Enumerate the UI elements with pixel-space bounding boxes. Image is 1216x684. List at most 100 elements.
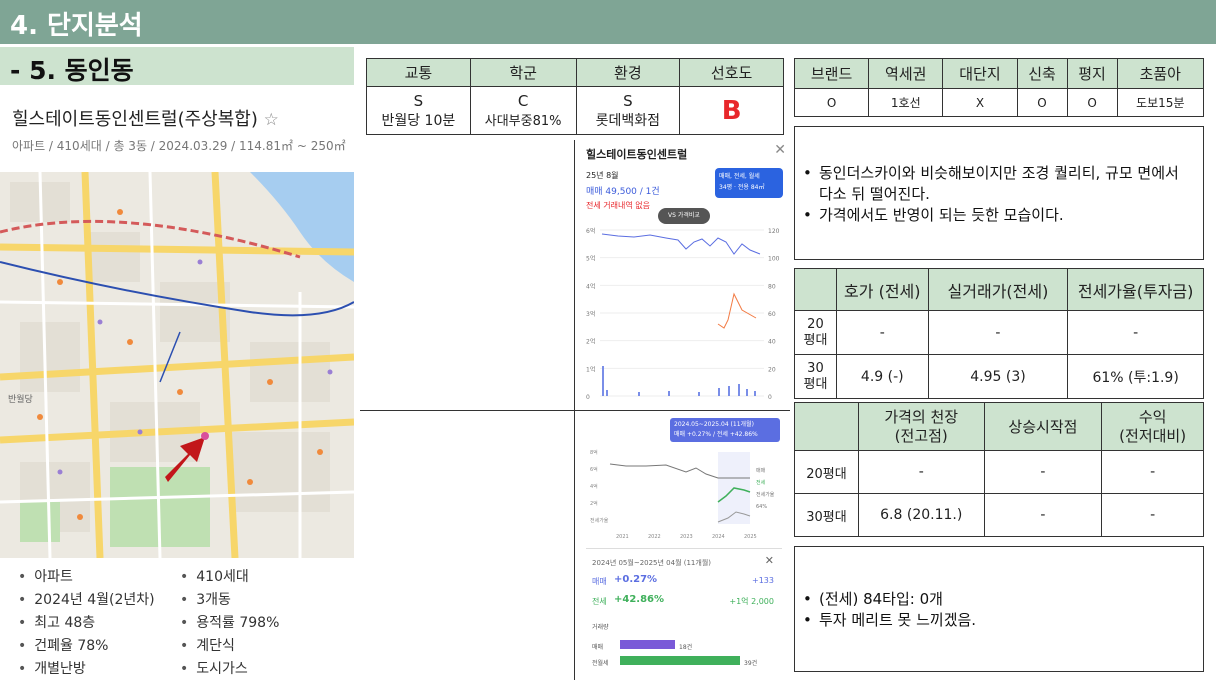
y2-tick-label: 20 [768,366,776,373]
price-cell: - [927,310,1069,355]
price-chart-card: 힐스테이트동인센트럴 ✕ 25년 8월 매매 49,500 / 1건 전세 거래… [578,140,790,408]
card-divider [586,548,782,549]
divider-horizontal [360,410,790,411]
fact-item: 3개동 [180,589,231,609]
summary-sale-label: 매매 [592,577,607,586]
y2-tick-label: 100 [768,256,780,263]
y-tick-label: 6억 [590,466,598,473]
y2-tick-label: 80 [768,283,776,290]
grade-value: C [517,92,529,110]
summary-jeonse-label: 전세 [592,597,607,606]
feature-header: 평지 [1066,58,1118,89]
volume-bar [602,366,604,396]
fact-item: 건폐율 78% [18,635,108,655]
grade-table: 교통 학군 환경 선호도 S 반월당 10분 C 사대부중81% S 롯데백화점… [366,58,784,135]
fact-item: 최고 48층 [18,612,95,632]
favorite-star-icon[interactable]: ☆ [264,110,279,130]
summary-sale-pct: +0.27% [614,574,658,585]
volume-sale-label: 매매 [592,644,604,651]
price-cell: - [1067,310,1204,355]
feature-header: 신축 [1016,58,1068,89]
filter-dropdown-sub: 34평 · 전용 84㎡ [719,184,765,191]
compare-button[interactable]: VS 가격비교 [658,208,710,224]
grade-header-traffic: 교통 [366,58,471,87]
period-tooltip-change: 매매 +0.27% / 전세 +42.86% [674,431,758,438]
peak-row-label: 30평대 [794,493,859,537]
summary-jeonse-pct: +42.86% [614,594,665,605]
subsection-title: - 5. 동인동 [10,56,134,85]
y-tick-label: 1억 [586,365,595,373]
feature-value: 도보15분 [1116,88,1205,117]
legend-label: 64% [756,504,767,510]
peak-cell: - [1101,493,1204,537]
volume-bar [746,389,748,396]
peak-row-label: 20평대 [794,450,859,494]
section-header: 4. 단지분석 [0,0,1216,44]
price-chart-title: 힐스테이트동인센트럴 [586,148,688,161]
volume-bar [754,391,756,396]
map-canvas: 반월당 [0,172,354,558]
price-table: 호가 (전세) 실거래가(전세) 전세가율(투자금) 20 평대 - - - 3… [794,268,1204,399]
y-tick-label: 4억 [586,282,595,290]
volume-bar [668,391,670,396]
volume-jeonse-label: 전월세 [592,660,609,667]
x-tick-label: 2025 [744,534,757,540]
x-tick-label: 2021 [616,534,629,540]
complex-name: 힐스테이트동인센트럴(주상복합) [12,109,258,130]
period-chart-card: 2024.05~2025.04 (11개월) 매매 +0.27% / 전세 +4… [586,416,782,680]
filter-dropdown[interactable]: 매매, 전세, 월세 34평 · 전용 84㎡ [715,168,783,198]
fact-item: 도시가스 [180,658,248,678]
jeonse-price-line [717,292,757,329]
peak-header: 수익 (전저대비) [1101,402,1204,451]
peak-cell: - [983,493,1103,537]
feature-header: 초품아 [1116,58,1205,89]
close-icon[interactable]: ✕ [774,142,786,158]
y-tick-label: 5억 [586,255,595,263]
price-header: 전세가율(투자금) [1067,268,1204,311]
fact-item: 아파트 [18,566,73,586]
price-cell: 4.95 (3) [927,354,1069,399]
close-icon[interactable]: ✕ [765,554,774,567]
feature-header: 역세권 [868,58,944,89]
grade-detail: 반월당 10분 [381,112,456,129]
price-chart-sale: 매매 49,500 / 1건 [586,187,660,197]
period-chart-svg: 8억6억4억2억전세가율 2021 2022 2023 2024 2025매매전세전세가… [590,449,775,540]
location-map[interactable]: 반월당 [0,172,354,558]
note-item: 동인더스카이와 비슷해보이지만 조경 퀄리티, 규모 면에서 다소 뒤 떨어진다… [795,163,1191,205]
price-cell: - [835,310,929,355]
y2-tick-label: 0 [768,394,772,401]
peak-cell: - [857,450,985,494]
map-label-subway: 반월당 [8,393,33,405]
feature-value: X [942,88,1018,117]
volume-label: 거래량 [592,624,609,631]
feature-table: 브랜드 역세권 대단지 신축 평지 초품아 O 1호선 X O O 도보15분 [793,58,1205,117]
grade-header-school: 학군 [469,58,577,87]
feature-value: O [793,88,870,117]
grade-value-preference: B [721,95,742,126]
peak-table: 가격의 천장 (전고점) 상승시작점 수익 (전저대비) 20평대 - - - … [794,402,1204,537]
price-cell: 4.9 (-) [835,354,929,399]
y-tick-label: 8억 [590,449,598,456]
y-tick-label: 2억 [590,500,598,507]
note-box-1: 동인더스카이와 비슷해보이지만 조경 퀄리티, 규모 면에서 다소 뒤 떨어진다… [794,126,1204,260]
fact-item: 개별난방 [18,658,86,678]
grade-value: S [413,91,424,110]
volume-bar [728,386,730,396]
peak-header: 상승시작점 [983,402,1103,451]
fact-item: 용적률 798% [180,612,279,632]
price-row-label: 20 평대 [794,310,837,355]
filter-dropdown-label: 매매, 전세, 월세 [719,173,760,180]
y-tick-label: 4억 [590,483,598,490]
price-header-empty [794,268,837,311]
grade-detail: 롯데백화점 [595,112,661,129]
peak-cell: - [983,450,1103,494]
feature-header: 브랜드 [793,58,870,89]
volume-bar [718,388,720,396]
price-chart-jeonse: 전세 거래내역 없음 [586,201,650,210]
grade-cell-traffic: S 반월당 10분 [366,86,471,135]
peak-cell: - [1101,450,1204,494]
sale-price-line [601,233,761,255]
volume-bar [606,390,608,396]
volume-bar [638,392,640,396]
x-tick-label: 2023 [680,534,693,540]
